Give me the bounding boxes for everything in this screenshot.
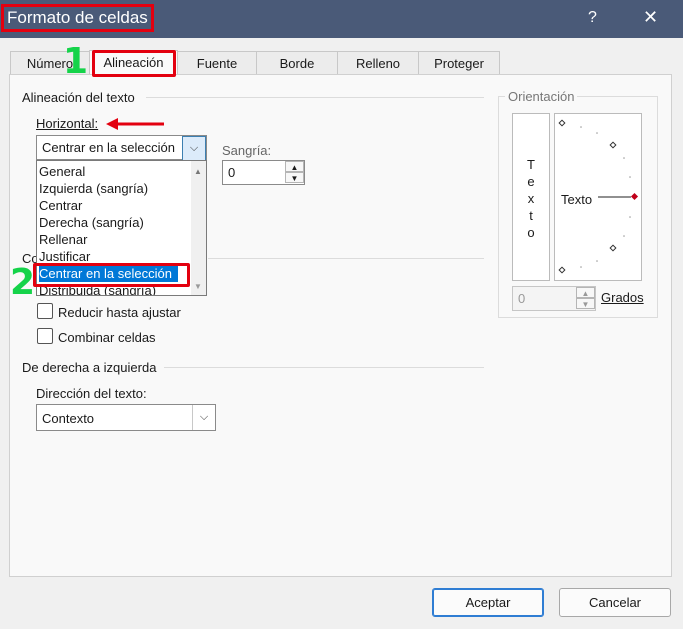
- indent-spinner[interactable]: 0 ▲ ▼: [222, 160, 305, 185]
- help-button[interactable]: ?: [588, 9, 597, 27]
- horizontal-select-value: Centrar en la selección: [42, 140, 175, 155]
- text-direction-select[interactable]: Contexto ⌵: [36, 404, 216, 431]
- vertical-text-char: t: [529, 208, 533, 223]
- tab-proteger[interactable]: Proteger: [418, 51, 500, 75]
- degrees-label-text: Grados: [601, 290, 644, 305]
- orientation-dial[interactable]: Texto: [554, 113, 642, 281]
- merge-cells-label: Combinar celdas: [58, 330, 156, 345]
- vertical-text-toggle[interactable]: T e x t o: [512, 113, 550, 281]
- list-item[interactable]: Derecha (sangría): [39, 214, 144, 231]
- list-scrollbar[interactable]: ▲ ▼: [191, 161, 206, 295]
- indent-value: 0: [228, 165, 236, 180]
- text-direction-label: Dirección del texto:: [36, 386, 147, 401]
- step-1-annotation: 1: [63, 41, 89, 82]
- group-separator: [208, 258, 484, 259]
- title-bar[interactable]: Formato de celdas ? ✕: [0, 0, 683, 38]
- horizontal-select[interactable]: Centrar en la selección ⌵: [36, 135, 207, 161]
- vertical-text-char: x: [527, 191, 535, 206]
- window-title: Formato de celdas: [1, 4, 154, 32]
- selection-highlight-box: [33, 263, 190, 287]
- vertical-text-char: e: [527, 174, 535, 189]
- text-direction-value: Contexto: [42, 411, 95, 426]
- list-item[interactable]: Rellenar: [39, 231, 87, 248]
- spin-down-icon[interactable]: ▼: [576, 298, 595, 309]
- shrink-to-fit-label: Reducir hasta ajustar: [58, 305, 181, 320]
- scroll-up-icon[interactable]: ▲: [194, 167, 202, 176]
- chevron-down-icon[interactable]: ⌵: [182, 136, 206, 161]
- degrees-value: 0: [518, 291, 526, 306]
- list-item[interactable]: Centrar: [39, 197, 82, 214]
- spin-up-icon[interactable]: ▲: [576, 287, 595, 298]
- arrow-annotation-icon: [106, 118, 164, 130]
- text-alignment-group-title: Alineación del texto: [22, 90, 135, 105]
- merge-cells-checkbox[interactable]: [37, 328, 53, 344]
- scroll-down-icon[interactable]: ▼: [194, 282, 202, 291]
- horizontal-label-text: Horizontal:: [36, 116, 99, 131]
- vertical-text-char: o: [527, 225, 535, 240]
- group-separator: [164, 367, 484, 368]
- rtl-group-title: De derecha a izquierda: [22, 360, 157, 375]
- list-item[interactable]: Izquierda (sangría): [39, 180, 148, 197]
- tab-highlight-box: [92, 50, 176, 77]
- degrees-label: Grados: [601, 290, 644, 305]
- orientation-group-title: Orientación: [505, 89, 578, 104]
- chevron-down-icon[interactable]: ⌵: [192, 405, 215, 430]
- ok-button[interactable]: Aceptar: [432, 588, 544, 617]
- indent-label: Sangría:: [222, 143, 272, 158]
- dial-text: Texto: [561, 192, 593, 207]
- step-2-annotation: 2: [10, 262, 36, 303]
- vertical-text-char: T: [527, 157, 535, 172]
- close-button[interactable]: ✕: [643, 7, 658, 28]
- group-separator: [146, 97, 484, 98]
- tab-borde[interactable]: Borde: [256, 51, 338, 75]
- horizontal-label: Horizontal:: [36, 116, 98, 131]
- list-item[interactable]: General: [39, 163, 85, 180]
- tab-relleno[interactable]: Relleno: [337, 51, 419, 75]
- spin-up-icon[interactable]: ▲: [285, 161, 304, 172]
- shrink-to-fit-checkbox[interactable]: [37, 303, 53, 319]
- spin-down-icon[interactable]: ▼: [285, 172, 304, 183]
- cancel-button[interactable]: Cancelar: [559, 588, 671, 617]
- tab-fuente[interactable]: Fuente: [177, 51, 257, 75]
- degrees-spinner[interactable]: 0 ▲ ▼: [512, 286, 596, 311]
